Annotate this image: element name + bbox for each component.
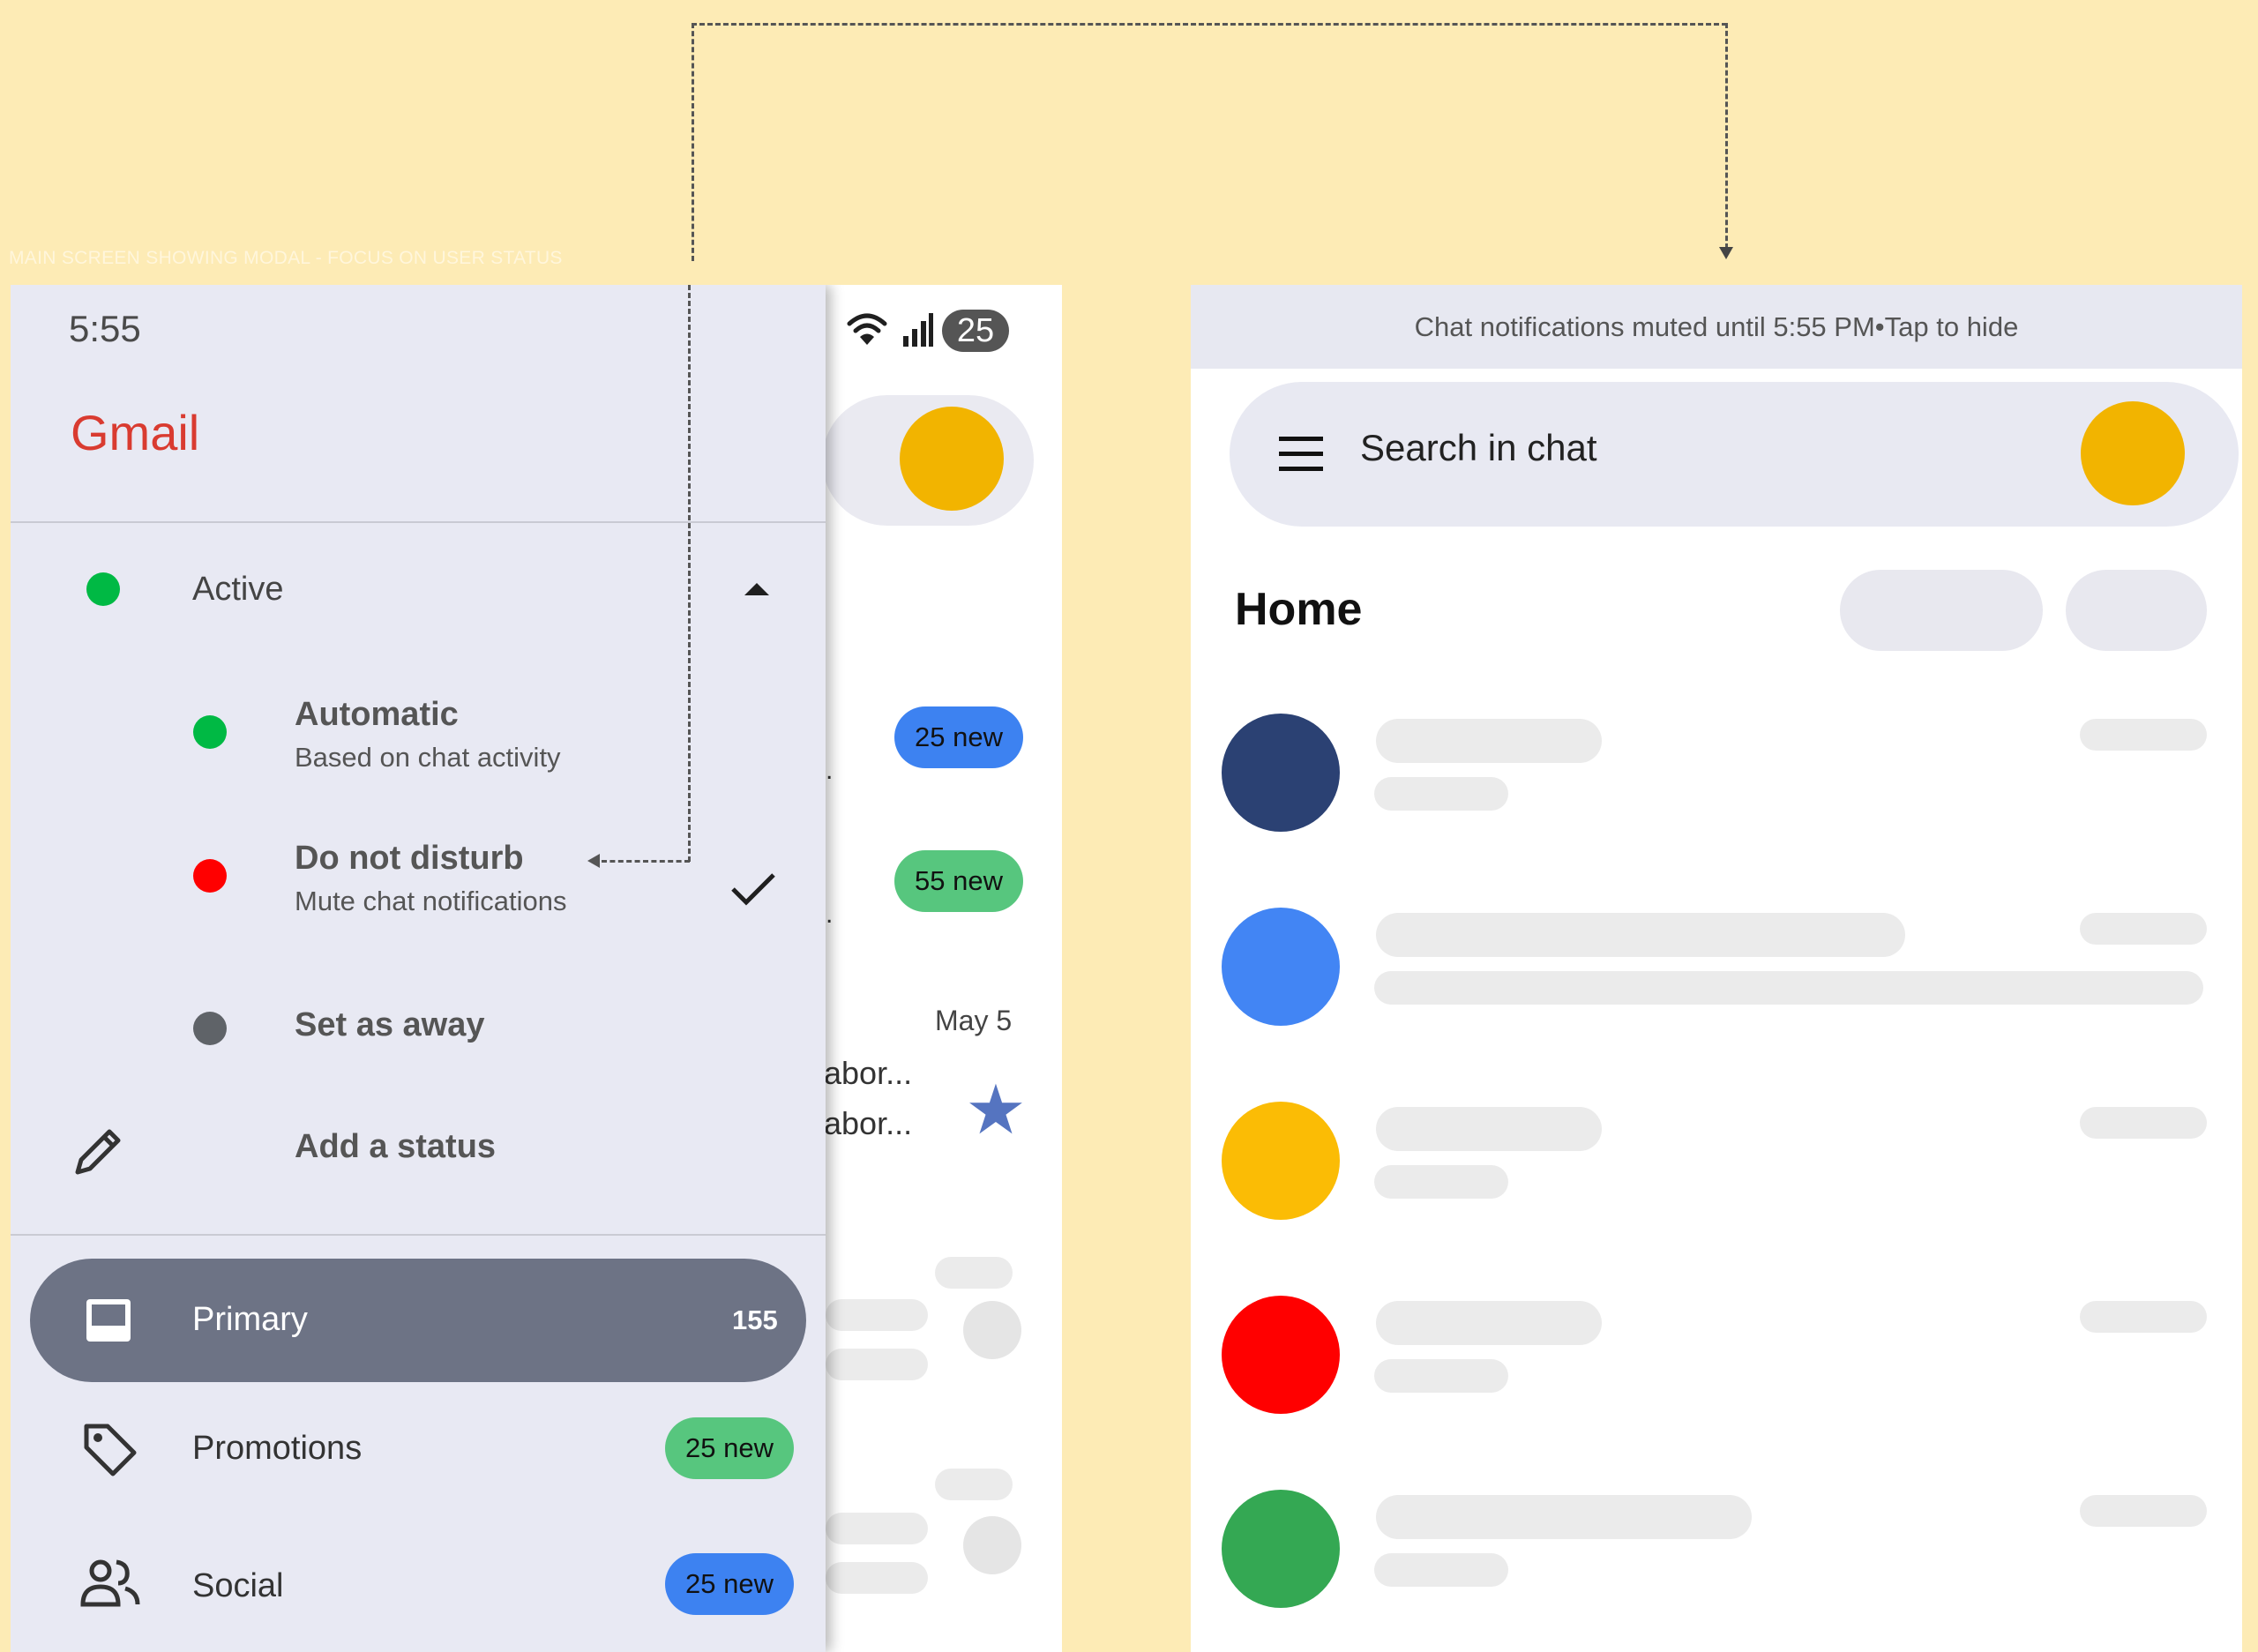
notification-text: Chat notifications muted until 5:55 PM•T… [1414,310,2019,342]
signal-icon [903,313,933,347]
active-status-dot [86,572,120,606]
screen-caption: MAIN SCREEN SHOWING MODAL - FOCUS ON USE… [9,248,563,268]
skeleton-avatar [963,1516,1021,1574]
status-option-subtitle: Based on chat activity [295,742,561,773]
add-status-button[interactable]: Add a status [11,1105,826,1193]
nav-item-label: Promotions [192,1430,363,1467]
inbox-badge-2: 55 new [894,850,1023,912]
nav-item-promotions[interactable]: Promotions 25 new [30,1391,806,1506]
status-option-title: Set as away [295,1006,485,1043]
status-option-do-not-disturb[interactable]: Do not disturb Mute chat notifications [11,829,826,935]
skeleton-line [2080,1107,2207,1139]
inbox-ellipsis-1: . [826,756,834,785]
flow-connector-dnd [602,860,690,863]
status-option-title: Do not disturb [295,840,524,877]
flow-connector-drawer [688,285,691,862]
divider [11,521,826,523]
skeleton-line [935,1257,1013,1289]
divider [11,1234,826,1236]
away-status-dot [193,1012,227,1045]
skeleton-avatar [963,1301,1021,1359]
pencil-icon [75,1129,121,1175]
skeleton-line [1374,777,1508,811]
chat-avatar[interactable] [1222,1102,1340,1220]
nav-item-count: 155 [732,1304,778,1335]
nav-item-label: Social [192,1567,284,1604]
nav-item-social[interactable]: Social 25 new [30,1529,806,1643]
gmail-main-screen: 25 new 55 new . . May 5 abor... abor... … [11,285,1062,1652]
people-icon [80,1559,140,1607]
tag-icon [84,1424,137,1476]
gmail-logo: Gmail [71,405,200,460]
menu-icon[interactable] [1279,437,1323,472]
status-option-title: Automatic [295,696,459,733]
flow-connector-right [1725,23,1728,249]
chat-avatar[interactable] [1222,908,1340,1026]
flow-connector-left [692,23,694,261]
checkmark-icon [731,873,775,906]
status-bar-time: 5:55 [69,308,141,349]
nav-item-label: Primary [192,1301,308,1338]
star-icon[interactable]: ★ [965,1075,1027,1144]
inbox-icon [86,1299,131,1342]
email-snippet-1: abor... [824,1055,913,1091]
social-badge: 25 new [665,1553,794,1615]
chat-search-input[interactable]: Search in chat [1360,427,1597,469]
inbox-badge-1: 25 new [894,706,1023,768]
skeleton-line [1374,1165,1508,1199]
status-option-subtitle: Mute chat notifications [295,886,567,916]
status-option-automatic[interactable]: Automatic Based on chat activity [11,685,826,791]
skeleton-line [1376,1301,1602,1345]
skeleton-line [2080,1495,2207,1527]
skeleton-line [826,1349,928,1380]
filter-chip[interactable] [2066,570,2207,651]
promotions-badge: 25 new [665,1417,794,1479]
skeleton-line [1374,1553,1508,1587]
skeleton-line [1374,1359,1508,1393]
skeleton-line [826,1562,928,1594]
chat-avatar[interactable] [1222,1490,1340,1608]
battery-indicator: 25 [942,310,1009,352]
skeleton-line [935,1469,1013,1500]
flow-arrow-left-icon [587,854,600,868]
chat-avatar[interactable] [1222,714,1340,832]
dnd-status-dot [193,859,227,893]
wifi-icon [847,313,887,345]
navigation-drawer: 5:55 Gmail Active Automatic Based on cha… [11,285,826,1652]
skeleton-line [1374,971,2203,1005]
flow-arrow-down-icon [1719,247,1733,259]
skeleton-line [1376,719,1602,763]
inbox-ellipsis-2: . [826,900,834,929]
flow-connector-top [692,23,1727,26]
chevron-up-icon[interactable] [744,583,769,595]
current-status-label: Active [192,571,284,608]
status-selector-active[interactable]: Active [11,549,826,629]
nav-item-primary[interactable]: Primary 155 [30,1259,806,1382]
skeleton-line [2080,719,2207,751]
add-status-label: Add a status [295,1128,497,1165]
skeleton-line [1376,913,1905,957]
skeleton-line [826,1513,928,1544]
email-date: May 5 [935,1005,1013,1036]
status-option-set-as-away-row[interactable]: Set as away [11,985,826,1073]
email-snippet-2: abor... [824,1105,913,1141]
automatic-status-dot [193,715,227,749]
skeleton-line [1376,1495,1752,1539]
account-avatar[interactable] [2081,401,2185,505]
skeleton-line [2080,1301,2207,1333]
chat-screen: Chat notifications muted until 5:55 PM•T… [1191,285,2242,1652]
filter-chip[interactable] [1840,570,2043,651]
skeleton-line [2080,913,2207,945]
chat-muted-banner[interactable]: Chat notifications muted until 5:55 PM•T… [1191,285,2242,369]
page-title: Home [1235,584,1363,635]
chat-avatar[interactable] [1222,1296,1340,1414]
skeleton-line [826,1299,928,1331]
account-avatar[interactable] [900,407,1004,511]
skeleton-line [1376,1107,1602,1151]
